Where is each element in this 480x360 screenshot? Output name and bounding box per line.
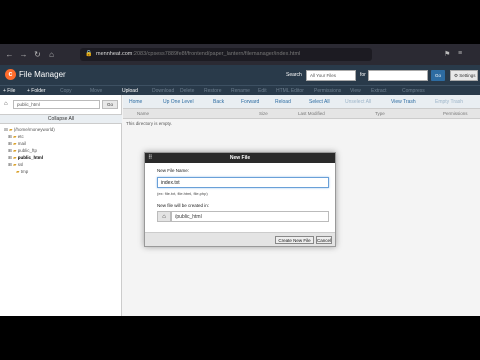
- home-icon[interactable]: ⌂: [4, 101, 8, 107]
- url-path: :2083/cpsess7889fe8f/frontend/paper_lant…: [132, 51, 301, 57]
- back-button[interactable]: Back: [213, 99, 224, 105]
- screen: ← → ↻ ⌂ 🔒 mennheat.com:2083/cpsess7889fe…: [0, 44, 480, 316]
- empty-trash-button[interactable]: Empty Trash: [435, 99, 463, 105]
- upload-button[interactable]: Upload: [122, 88, 138, 94]
- directory-label: New file will be created in:: [157, 203, 210, 208]
- settings-button[interactable]: ⚙ Settings: [450, 70, 478, 81]
- create-new-file-button[interactable]: Create New File: [275, 236, 314, 244]
- lock-icon: 🔒: [85, 51, 93, 57]
- drag-handle-icon[interactable]: ⠿: [148, 153, 153, 163]
- unselect-all-button[interactable]: Unselect All: [345, 99, 371, 105]
- rename-button[interactable]: Rename: [231, 88, 250, 94]
- nav-home-button[interactable]: Home: [129, 99, 142, 105]
- move-button[interactable]: Move: [90, 88, 102, 94]
- path-input[interactable]: public_html: [13, 100, 100, 109]
- file-name-hint: (ex: file.txt, file.html, file.php): [157, 191, 208, 196]
- permissions-button[interactable]: Permissions: [314, 88, 341, 94]
- back-arrow-icon[interactable]: ←: [5, 50, 14, 59]
- extract-button[interactable]: Extract: [371, 88, 387, 94]
- navigation-toolbar: Home Up One Level Back Forward Reload Se…: [123, 95, 480, 109]
- new-folder-button[interactable]: + Folder: [27, 88, 45, 94]
- select-all-button[interactable]: Select All: [309, 99, 330, 105]
- file-name-input[interactable]: index.txt: [157, 177, 329, 188]
- search-go-button[interactable]: Go: [431, 70, 445, 81]
- app-header: c File Manager Search All Your Files for…: [0, 65, 480, 85]
- download-button[interactable]: Download: [152, 88, 174, 94]
- search-input[interactable]: [368, 70, 428, 81]
- tree-item-ssl[interactable]: ⊞ ▰ ssl: [4, 161, 55, 168]
- home-icon[interactable]: ⌂: [47, 50, 56, 59]
- directory-input[interactable]: /public_html: [171, 211, 329, 222]
- html-editor-button[interactable]: HTML Editor: [276, 88, 304, 94]
- dialog-footer: Create New File Cancel: [145, 232, 335, 246]
- new-file-dialog: ⠿ New File New File Name: index.txt (ex:…: [144, 152, 336, 247]
- directory-sidebar: ⌂ public_html Go Collapse All ⊟ ▰ (/home…: [0, 95, 122, 316]
- forward-arrow-icon[interactable]: →: [19, 50, 28, 59]
- delete-button[interactable]: Delete: [180, 88, 194, 94]
- view-button[interactable]: View: [350, 88, 361, 94]
- page-title: File Manager: [19, 70, 66, 79]
- dialog-header[interactable]: ⠿ New File: [145, 153, 335, 163]
- search-scope-select[interactable]: All Your Files: [306, 70, 356, 81]
- column-name[interactable]: Name: [137, 111, 149, 116]
- edit-button[interactable]: Edit: [258, 88, 267, 94]
- url-domain: mennheat.com: [96, 51, 133, 57]
- forward-button[interactable]: Forward: [241, 99, 259, 105]
- file-name-label: New File Name:: [157, 168, 190, 173]
- menu-icon[interactable]: ≡: [458, 50, 462, 57]
- tree-item-etc[interactable]: ⊞ ▰ etc: [4, 133, 55, 140]
- home-icon: ⌂: [157, 211, 171, 222]
- tree-item-mail[interactable]: ⊞ ▰ mail: [4, 140, 55, 147]
- path-go-button[interactable]: Go: [102, 100, 118, 109]
- address-bar[interactable]: 🔒 mennheat.com:2083/cpsess7889fe8f/front…: [80, 48, 372, 61]
- browser-toolbar: ← → ↻ ⌂ 🔒 mennheat.com:2083/cpsess7889fe…: [0, 44, 480, 65]
- empty-directory-message: This directory is empty.: [126, 121, 172, 126]
- restore-button[interactable]: Restore: [204, 88, 222, 94]
- column-type[interactable]: Type: [375, 111, 385, 116]
- url-text: mennheat.com:2083/cpsess7889fe8f/fronten…: [96, 51, 300, 57]
- copy-button[interactable]: Copy: [60, 88, 72, 94]
- extensions-icon[interactable]: ⚑: [444, 50, 450, 58]
- new-file-button[interactable]: + File: [3, 88, 15, 94]
- reload-icon[interactable]: ↻: [33, 50, 42, 59]
- cancel-button[interactable]: Cancel: [316, 236, 332, 244]
- tree-item-public-html[interactable]: ⊞ ▰ public_html: [4, 154, 55, 161]
- file-table-header: Name Size Last Modified Type Permissions: [123, 109, 480, 119]
- column-last-modified[interactable]: Last Modified: [298, 111, 325, 116]
- column-permissions[interactable]: Permissions: [443, 111, 468, 116]
- column-size[interactable]: Size: [259, 111, 268, 116]
- dialog-title: New File: [229, 155, 251, 161]
- directory-tree: ⊟ ▰ (/home/moneyworld) ⊞ ▰ etc ⊞ ▰ mail …: [4, 126, 55, 175]
- cpanel-logo-icon: c: [5, 69, 16, 80]
- up-one-level-button[interactable]: Up One Level: [163, 99, 194, 105]
- tree-item-home[interactable]: ⊟ ▰ (/home/moneyworld): [4, 126, 55, 133]
- collapse-all-button[interactable]: Collapse All: [0, 114, 122, 124]
- tree-item-public-ftp[interactable]: ⊞ ▰ public_ftp: [4, 147, 55, 154]
- view-trash-button[interactable]: View Trash: [391, 99, 416, 105]
- tree-item-tmp[interactable]: ▰ tmp: [4, 168, 55, 175]
- search-label: Search: [286, 72, 302, 78]
- file-toolbar: + File + Folder Copy Move Upload Downloa…: [0, 85, 480, 95]
- compress-button[interactable]: Compress: [402, 88, 425, 94]
- reload-button[interactable]: Reload: [275, 99, 291, 105]
- for-label: for: [360, 72, 366, 78]
